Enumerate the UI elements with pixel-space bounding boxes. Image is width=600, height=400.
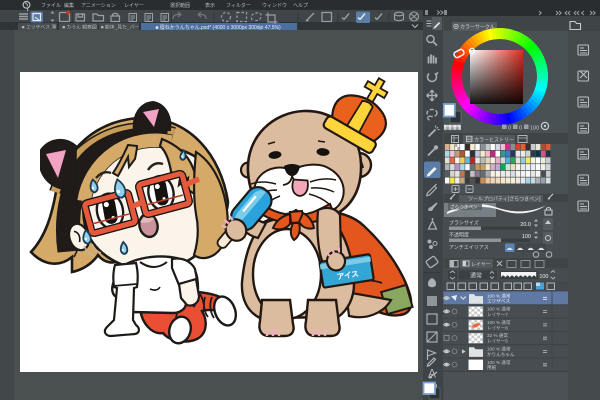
svg-text:■ エリザベス 薄: ■ エリザベス 薄 <box>22 24 57 31</box>
svg-text:アニメーション: アニメーション <box>81 3 116 9</box>
svg-text:レイヤー8: レイヤー8 <box>487 325 508 330</box>
svg-text:表示: 表示 <box>205 2 215 9</box>
svg-text:100: 100 <box>522 234 531 240</box>
svg-text:レイヤー: レイヤー <box>471 262 491 268</box>
svg-text:■ 寝ねかうんちゃん.psd* (4000 x 3000px: ■ 寝ねかうんちゃん.psd* (4000 x 3000px 300dpi 47… <box>155 24 281 31</box>
svg-text:0: 0 <box>508 126 511 132</box>
svg-text:0: 0 <box>519 126 522 132</box>
svg-text:ヘルプ: ヘルプ <box>293 3 308 9</box>
svg-text:通常: 通常 <box>470 272 482 280</box>
svg-text:フィルター: フィルター <box>226 2 251 9</box>
svg-text:100: 100 <box>530 126 539 132</box>
svg-text:20.0: 20.0 <box>520 222 531 228</box>
svg-text:カラーヒストリー: カラーヒストリー <box>474 137 514 143</box>
svg-text:レイヤー7: レイヤー7 <box>487 312 508 317</box>
svg-text:不透明度: 不透明度 <box>449 231 469 238</box>
svg-text:編集: 編集 <box>64 2 74 9</box>
svg-text:■ 観体_見た_パー: ■ 観体_見た_パー <box>101 24 140 31</box>
svg-text:■ カうん 観察図: ■ カうん 観察図 <box>62 24 97 31</box>
svg-text:100: 100 <box>539 274 548 280</box>
svg-text:アンチエイリアス: アンチエイリアス <box>449 245 489 251</box>
svg-text:かりんちゃん: かりんちゃん <box>487 351 515 358</box>
svg-text:ブラシサイズ: ブラシサイズ <box>449 219 479 226</box>
svg-text:ツールプロパティ[ざらつきペン]: ツールプロパティ[ざらつきペン] <box>468 195 541 202</box>
svg-text:ざらつきペン: ざらつきペン <box>450 203 478 210</box>
svg-text:ファイル: ファイル <box>41 3 61 9</box>
svg-text:レイヤー5: レイヤー5 <box>487 339 508 344</box>
svg-text:ウィンドウ: ウィンドウ <box>262 2 287 9</box>
svg-text:用紙: 用紙 <box>487 364 497 371</box>
svg-text:レイヤー: レイヤー <box>124 3 144 9</box>
svg-text:選択範囲: 選択範囲 <box>170 2 190 9</box>
